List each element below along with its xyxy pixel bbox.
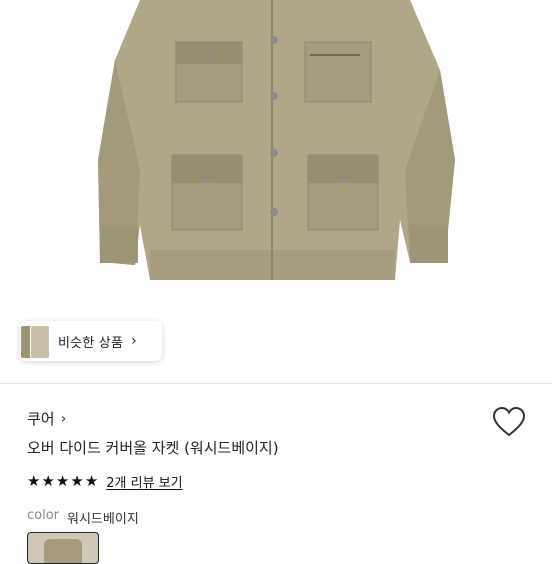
similar-thumbnails: [20, 321, 50, 361]
product-title: 오버 다이드 커버올 자켓 (워시드베이지): [27, 439, 279, 457]
divider: [0, 383, 552, 384]
star-icon: ★: [70, 472, 84, 490]
similar-products-button[interactable]: 비슷한 상품 ›: [20, 321, 162, 361]
color-label: color: [27, 508, 60, 523]
similar-products-label: 비슷한 상품: [58, 335, 124, 351]
color-swatch-selected[interactable]: [27, 532, 99, 564]
color-row: color 워시드베이지: [27, 508, 139, 527]
star-icon: ★: [41, 472, 55, 490]
star-icon: ★: [84, 472, 99, 490]
chevron-right-icon: ›: [60, 410, 67, 427]
brand-name: 쿠어: [27, 410, 55, 428]
star-icon: ★: [55, 472, 70, 490]
similar-thumb: [30, 325, 50, 359]
brand-link[interactable]: 쿠어 ›: [27, 408, 66, 429]
reviews-link[interactable]: 2개 리뷰 보기: [106, 472, 182, 491]
heart-icon[interactable]: [492, 406, 526, 438]
color-value: 워시드베이지: [67, 512, 139, 527]
chevron-right-icon: ›: [131, 333, 137, 349]
star-icon: ★: [27, 472, 41, 490]
product-image[interactable]: 비슷한 상품 ›: [0, 0, 552, 383]
rating-stars: ★ ★ ★ ★ ★: [27, 474, 98, 489]
rating-row: ★ ★ ★ ★ ★ 2개 리뷰 보기: [27, 472, 183, 492]
